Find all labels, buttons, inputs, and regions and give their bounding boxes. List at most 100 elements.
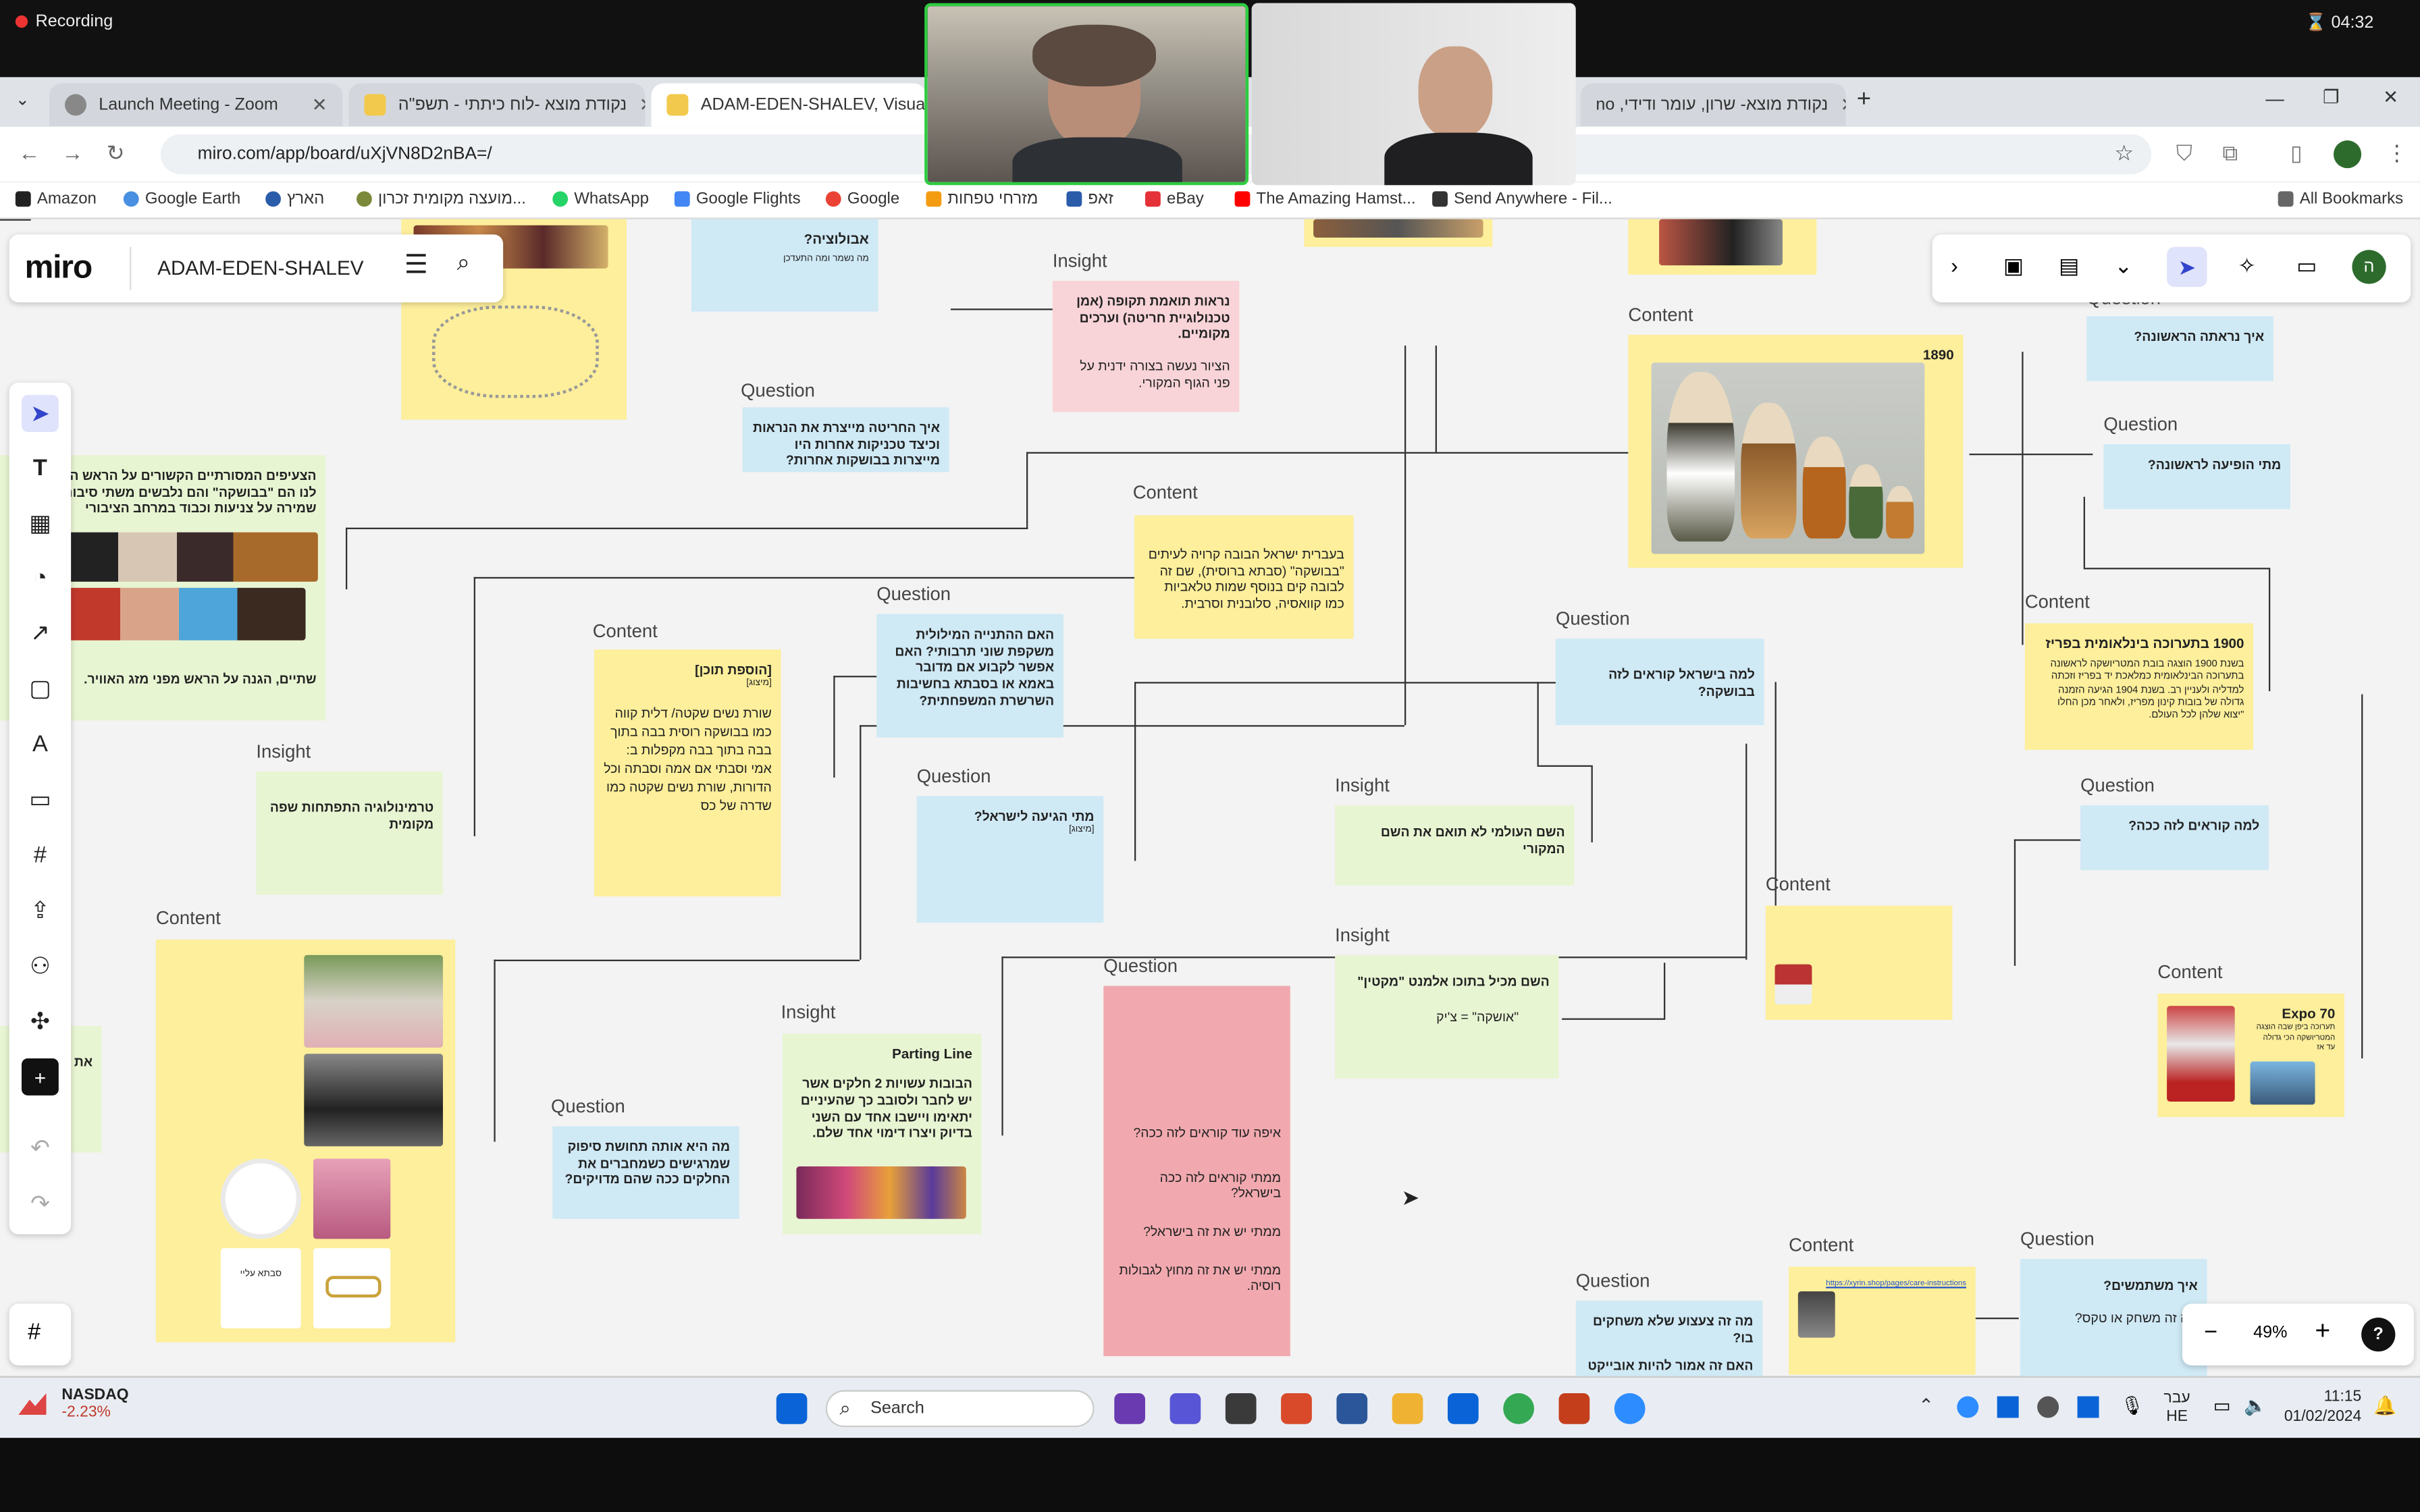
tab-zoom[interactable]: Launch Meeting - Zoom ✕ <box>49 83 343 127</box>
sticky-content-small-text[interactable] <box>1765 905 1953 1020</box>
bookmark-mizrahi[interactable]: מזרחי טפחות <box>926 190 1038 209</box>
pen-tool-icon[interactable]: Α <box>22 725 59 762</box>
line-tool-icon[interactable]: ↗ <box>22 614 59 651</box>
sticky-question-red[interactable]: איפה עוד קוראים לזה ככה? ממתי קוראים לזה… <box>1103 986 1290 1357</box>
select-tool-icon[interactable]: ➤ <box>21 395 59 432</box>
note-link[interactable]: https://xyrin.shop/pages/care-instructio… <box>1798 1279 1966 1289</box>
frame-tool-icon[interactable]: # <box>22 836 59 873</box>
table-tool-icon[interactable]: ▦ <box>22 504 59 541</box>
app-powerpoint-icon[interactable] <box>1558 1393 1590 1424</box>
sticky-content-top-right[interactable] <box>1628 219 1817 275</box>
sidepanel-icon[interactable]: ▯ <box>2290 140 2303 167</box>
upload-tool-icon[interactable]: ⇪ <box>22 892 59 929</box>
sticky-question-first-appear[interactable]: מתי הופיעה לראשונה? <box>2103 444 2290 510</box>
shield-icon[interactable]: ⛉ <box>2176 140 2192 167</box>
video-participant-2[interactable] <box>1251 3 1576 186</box>
app-zoom-icon[interactable] <box>1614 1393 1646 1424</box>
sticky-question-evolution[interactable]: אבולוציה? מה נשמר ומה התעדכן <box>691 219 878 312</box>
tab-list-chevron-icon[interactable]: ⌄ <box>16 90 30 109</box>
comments-icon[interactable]: ▭ <box>2296 253 2317 279</box>
menu-dots-icon[interactable]: ⋮ <box>2386 140 2408 167</box>
zoom-level[interactable]: 49% <box>2253 1324 2287 1342</box>
tray-app-icon[interactable] <box>2037 1396 2059 1418</box>
sticky-question-first-look[interactable]: איך נראתה הראשונה? <box>2086 316 2273 381</box>
menu-icon[interactable]: ☰ <box>404 250 428 281</box>
bookmark-zap[interactable]: זאפ <box>1066 190 1113 209</box>
language-indicator[interactable]: עבר HE <box>2164 1390 2190 1427</box>
star-icon[interactable]: ☆ <box>2114 140 2134 167</box>
profile-avatar[interactable] <box>2333 140 2362 169</box>
bookmark-google[interactable]: Google <box>825 190 899 209</box>
tab-class-board[interactable]: נקודת מוצא -לוח כיתתי - תשפ"ה ✕ <box>348 83 646 127</box>
sticky-insight-engraving[interactable]: נראות תואמת תקופה (אמן טכנולוגיית חריטה)… <box>1052 280 1240 412</box>
network-icon[interactable]: ▭ <box>2213 1395 2231 1416</box>
notes-icon[interactable]: ▤ <box>2059 253 2079 279</box>
sticky-insight-tiny[interactable]: השם מכיל בתוכו אלמנט "מקטין" "אושקה" = צ… <box>1335 954 1559 1079</box>
sticky-insight-parting-line[interactable]: Parting Line הבובות עשויות 2 חלקים אשר י… <box>782 1033 982 1235</box>
zoom-out-button[interactable]: − <box>2204 1319 2217 1345</box>
miro-board-canvas[interactable]: אבולוציה? מה נשמר ומה התעדכן Insight נרא… <box>0 219 2420 1376</box>
tray-chevron-icon[interactable]: ⌃ <box>1918 1395 1934 1416</box>
help-button[interactable]: ? <box>2361 1317 2396 1352</box>
user-avatar[interactable]: ה <box>2352 250 2386 284</box>
sticky-question-why-called[interactable]: למה קוראים לזה ככה? <box>2080 805 2269 871</box>
sticky-content-top[interactable] <box>1304 219 1493 247</box>
tab-sharon-omer[interactable]: נקודת מוצא- שרון, עומר ודידי, ‮on ✕ <box>1580 83 1846 127</box>
sticky-question-family[interactable]: האם ההתנייה המילולית משקפת שוני תרבותי? … <box>876 614 1063 738</box>
microphone-icon[interactable]: 🎙 <box>2121 1395 2145 1416</box>
redo-icon[interactable]: ↷ <box>22 1185 59 1222</box>
zoom-in-button[interactable]: + <box>2315 1316 2331 1347</box>
bookmark-google-flights[interactable]: Google Flights <box>674 190 801 209</box>
back-icon[interactable]: ← <box>18 140 40 165</box>
tray-zoom-icon[interactable] <box>1957 1396 1979 1418</box>
stock-widget[interactable]: NASDAQ -2.23% <box>18 1387 128 1421</box>
chevron-right-icon[interactable]: › <box>1951 253 1958 278</box>
bookmark-whatsapp[interactable]: WhatsApp <box>552 190 649 209</box>
bookmark-zichron[interactable]: מועצה מקומית זכרון... <box>356 190 526 209</box>
sticky-content-care-link[interactable]: https://xyrin.shop/pages/care-instructio… <box>1789 1266 1976 1375</box>
bookmark-google-earth[interactable]: Google Earth <box>123 190 240 209</box>
sticky-content-1890[interactable]: 1890 <box>1628 334 1964 568</box>
text-tool-icon[interactable]: T <box>22 449 59 486</box>
sticky-content-family-photos[interactable]: סבתא עליי <box>155 939 456 1343</box>
app-preview-icon[interactable] <box>1114 1393 1145 1424</box>
search-icon[interactable]: ⌕ <box>457 250 470 276</box>
app-explorer-icon[interactable] <box>1392 1393 1423 1424</box>
chevron-down-icon[interactable]: ⌄ <box>2114 253 2132 279</box>
sticky-content-poem[interactable]: [הוספת תוכן] [מיצוג] שורת נשים שקטה/ דלי… <box>594 649 781 896</box>
sticky-note-tool-icon[interactable]: ▢ <box>22 670 59 707</box>
comment-tool-icon[interactable]: ▭ <box>22 781 59 818</box>
reload-icon[interactable]: ↻ <box>107 140 125 167</box>
close-icon[interactable]: ✕ <box>312 94 327 115</box>
sticky-question-arrive-israel[interactable]: מתי הגיעה לישראל? [מיצוג] <box>916 796 1104 923</box>
templates-tool-icon[interactable]: ⚇ <box>22 947 59 984</box>
notifications-icon[interactable]: 🔔 <box>2373 1395 2396 1416</box>
more-tools-icon[interactable]: + <box>21 1058 59 1096</box>
miro-logo[interactable]: miro <box>25 250 93 287</box>
sticky-question-toy[interactable]: מה זה צעצוע שלא משחקים בו? האם זה אמור ל… <box>1575 1300 1763 1376</box>
new-tab-button[interactable]: + <box>1857 86 1871 114</box>
board-title[interactable]: ADAM-EDEN-SHALEV <box>157 256 363 279</box>
integrations-tool-icon[interactable]: ✣ <box>22 1003 59 1040</box>
tray-outlook-icon[interactable] <box>2077 1396 2099 1418</box>
sticky-question-why-israel[interactable]: למה בישראל קוראים לזה בבושקה? <box>1555 639 1764 726</box>
forward-icon[interactable]: → <box>61 140 83 165</box>
undo-icon[interactable]: ↶ <box>22 1129 59 1166</box>
taskbar-search[interactable]: ⌕ Search <box>825 1390 1095 1428</box>
app-calculator-icon[interactable] <box>1225 1393 1257 1424</box>
app-word-icon[interactable] <box>1336 1393 1368 1424</box>
windows-start-icon[interactable] <box>776 1393 808 1424</box>
bookmark-ebay[interactable]: eBay <box>1145 190 1204 209</box>
sticky-question-use[interactable]: איך משתמשים? מה זה משחק או טקס? <box>2020 1259 2207 1376</box>
restore-button[interactable]: ❐ <box>2323 86 2340 108</box>
app-chrome-icon[interactable] <box>1503 1393 1534 1424</box>
tray-defender-icon[interactable] <box>1997 1396 2019 1418</box>
bookmark-all[interactable]: All Bookmarks <box>2278 190 2403 209</box>
bookmark-send-anywhere[interactable]: Send Anywhere - Fil... <box>1432 190 1612 209</box>
sticky-insight-terminology[interactable]: טרמינולוגיה התפתחות שפה מקומית <box>256 771 443 895</box>
frames-icon[interactable]: ▣ <box>2003 253 2024 279</box>
app-teams-icon[interactable] <box>1169 1393 1201 1424</box>
app-office-icon[interactable] <box>1281 1393 1312 1424</box>
minimize-button[interactable]: — <box>2265 88 2284 109</box>
sticky-content-1900[interactable]: 1900 בתערוכה בינלאומית בפריז בשנת 1900 ה… <box>2024 623 2254 750</box>
